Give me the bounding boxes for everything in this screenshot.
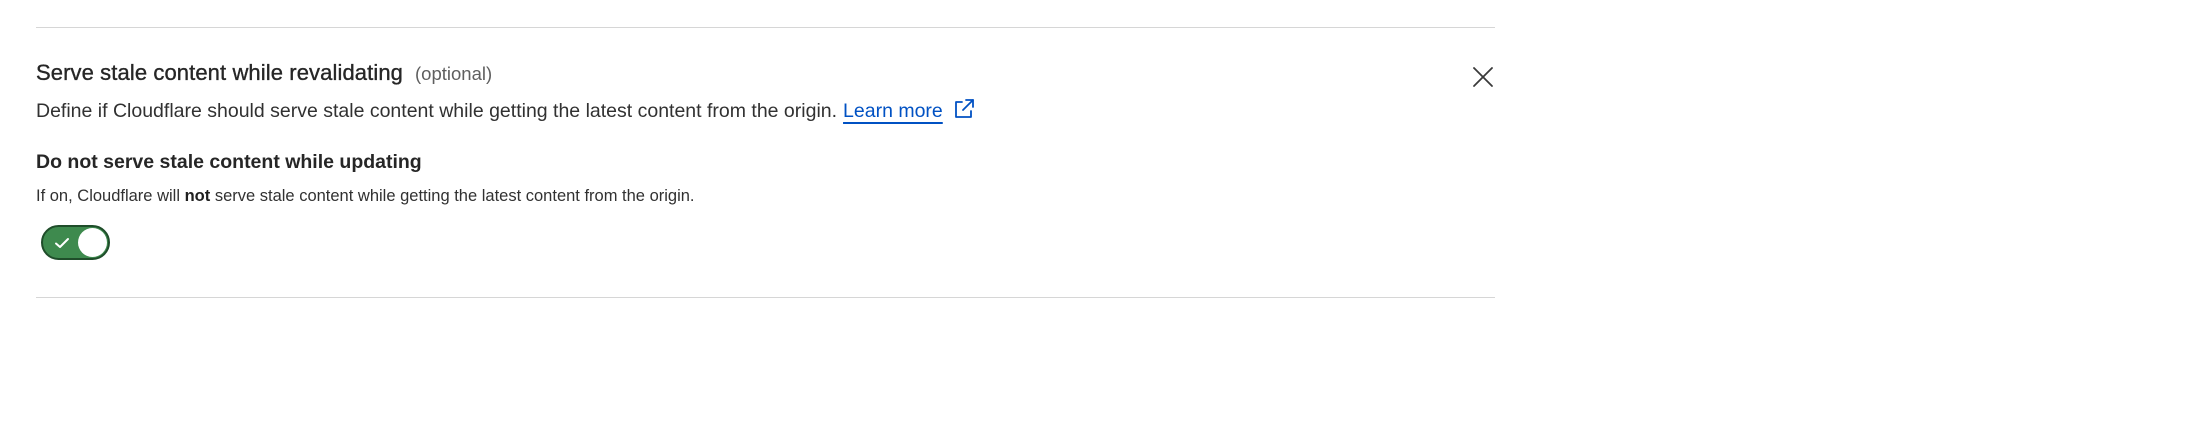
- external-link-icon[interactable]: [953, 98, 975, 120]
- help-emphasis: not: [184, 187, 211, 205]
- serve-stale-settings-panel: Serve stale content while revalidating (…: [0, 0, 1544, 318]
- bottom-divider: [36, 297, 1495, 298]
- section-header: Serve stale content while revalidating (…: [36, 60, 492, 86]
- description-text: Define if Cloudflare should serve stale …: [36, 100, 838, 122]
- setting-help-text: If on, Cloudflare will not serve stale c…: [36, 187, 695, 206]
- optional-label: (optional): [415, 63, 493, 84]
- section-description: Define if Cloudflare should serve stale …: [36, 98, 975, 123]
- setting-heading: Do not serve stale content while updatin…: [36, 151, 422, 173]
- section-title: Serve stale content while revalidating: [36, 60, 404, 85]
- help-prefix: If on, Cloudflare will: [36, 187, 180, 205]
- stale-content-toggle[interactable]: [41, 225, 110, 260]
- learn-more-link[interactable]: Learn more: [843, 100, 943, 123]
- top-divider: [36, 27, 1495, 28]
- close-button[interactable]: [1470, 64, 1496, 90]
- help-suffix: serve stale content while getting the la…: [214, 187, 695, 205]
- toggle-knob: [78, 228, 107, 257]
- close-icon: [1473, 67, 1493, 87]
- checkmark-icon: [55, 238, 69, 248]
